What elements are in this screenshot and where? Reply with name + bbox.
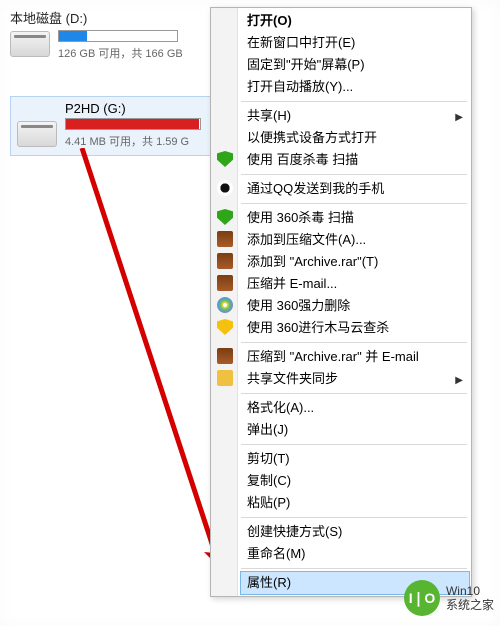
archive-icon	[217, 348, 233, 364]
menu-autoplay[interactable]: 打开自动播放(Y)...	[241, 76, 469, 98]
drive-g-free: 4.41 MB 可用，共 1.59 G	[65, 133, 201, 149]
menu-format[interactable]: 格式化(A)...	[241, 397, 469, 419]
menu-new-window[interactable]: 在新窗口中打开(E)	[241, 32, 469, 54]
menu-zip-email[interactable]: 压缩并 E-mail...	[241, 273, 469, 295]
menu-copy[interactable]: 复制(C)	[241, 470, 469, 492]
menu-open[interactable]: 打开(O)	[241, 10, 469, 32]
menu-zip-rar-email[interactable]: 压缩到 "Archive.rar" 并 E-mail	[241, 346, 469, 368]
annotation-arrow	[72, 148, 232, 578]
watermark: I❘O Win10 系统之家	[404, 580, 494, 616]
menu-share[interactable]: 共享(H)▶	[241, 105, 469, 127]
menu-pin-start[interactable]: 固定到"开始"屏幕(P)	[241, 54, 469, 76]
menu-trojan-scan[interactable]: 使用 360进行木马云查杀	[241, 317, 469, 339]
chevron-right-icon: ▶	[455, 373, 463, 389]
watermark-line2: 系统之家	[446, 598, 494, 612]
disc-icon	[217, 297, 233, 313]
archive-icon	[217, 253, 233, 269]
watermark-logo-icon: I❘O	[404, 580, 440, 616]
menu-qq-send[interactable]: 通过QQ发送到我的手机	[241, 178, 469, 200]
context-menu: 打开(O) 在新窗口中打开(E) 固定到"开始"屏幕(P) 打开自动播放(Y).…	[210, 7, 472, 597]
menu-cut[interactable]: 剪切(T)	[241, 448, 469, 470]
menu-portable[interactable]: 以便携式设备方式打开	[241, 127, 469, 149]
menu-folder-sync[interactable]: 共享文件夹同步▶	[241, 368, 469, 390]
drive-d[interactable]: 126 GB 可用，共 166 GB	[10, 28, 210, 61]
usage-bar-g	[65, 118, 201, 130]
menu-add-archive[interactable]: 添加到压缩文件(A)...	[241, 229, 469, 251]
menu-paste[interactable]: 粘贴(P)	[241, 492, 469, 514]
drive-d-free: 126 GB 可用，共 166 GB	[58, 45, 183, 61]
menu-add-rar[interactable]: 添加到 "Archive.rar"(T)	[241, 251, 469, 273]
usage-bar-d	[58, 30, 178, 42]
menu-rename[interactable]: 重命名(M)	[241, 543, 469, 565]
menu-create-shortcut[interactable]: 创建快捷方式(S)	[241, 521, 469, 543]
hdd-icon	[17, 121, 57, 147]
folder-icon	[217, 370, 233, 386]
menu-force-delete[interactable]: 使用 360强力删除	[241, 295, 469, 317]
drive-d-header: 本地磁盘 (D:)	[10, 8, 87, 27]
menu-baidu-scan[interactable]: 使用 百度杀毒 扫描	[241, 149, 469, 171]
watermark-line1: Win10	[446, 584, 494, 598]
drive-g[interactable]: P2HD (G:) 4.41 MB 可用，共 1.59 G	[10, 96, 214, 156]
menu-360-scan[interactable]: 使用 360杀毒 扫描	[241, 207, 469, 229]
menu-eject[interactable]: 弹出(J)	[241, 419, 469, 441]
archive-icon	[217, 231, 233, 247]
archive-icon	[217, 275, 233, 291]
drive-g-label: P2HD (G:)	[65, 101, 207, 116]
qq-icon	[217, 180, 233, 196]
chevron-right-icon: ▶	[455, 110, 463, 126]
hdd-icon	[10, 31, 50, 57]
